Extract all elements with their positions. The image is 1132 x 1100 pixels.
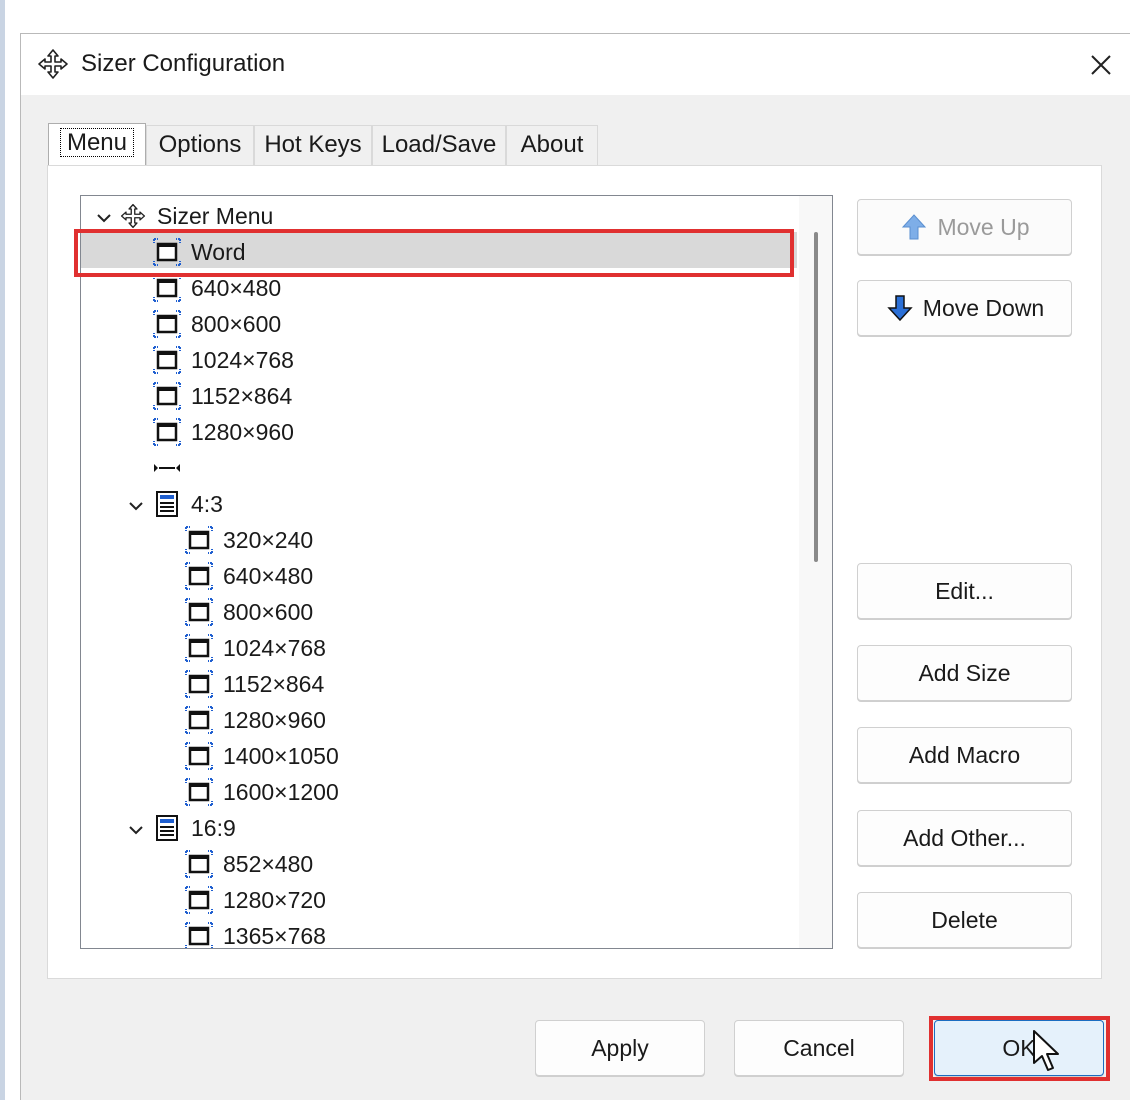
tree-item[interactable]: 1024×768 (185, 631, 326, 665)
tree-item[interactable]: 800×600 (185, 595, 313, 629)
tree-item[interactable]: 1024×768 (153, 343, 294, 377)
tree-item-label: 640×480 (223, 562, 314, 589)
tree-item[interactable]: 1152×864 (153, 379, 292, 413)
window-size-icon (185, 634, 213, 662)
arrow-down-icon (887, 295, 913, 322)
background-window-edge (0, 0, 5, 1100)
tree-item[interactable]: 1365×768 (185, 919, 326, 949)
tree-item[interactable]: 1280×960 (185, 703, 326, 737)
window-size-icon (185, 850, 213, 878)
window-size-icon (185, 778, 213, 806)
tree-group-4-3[interactable]: 4:3 (153, 487, 223, 521)
chevron-down-icon[interactable] (127, 497, 145, 515)
tree-item-label: 1600×1200 (223, 778, 339, 805)
menu-tree[interactable]: Sizer Menu Word 640×480 800×600 1024×768 (80, 195, 833, 949)
window-size-icon (185, 886, 213, 914)
menu-group-icon (156, 491, 178, 517)
window-size-icon (185, 598, 213, 626)
tab-options[interactable]: Options (146, 125, 254, 165)
chevron-down-icon[interactable] (127, 821, 145, 839)
tree-root-label: Sizer Menu (157, 202, 274, 229)
tree-item-label: 1024×768 (223, 634, 326, 661)
window-size-icon (153, 310, 181, 338)
move-up-label: Move Up (937, 213, 1030, 240)
window-size-icon (153, 238, 181, 266)
window-size-icon (153, 274, 181, 302)
tree-item-label: 1152×864 (223, 670, 325, 697)
move-up-button[interactable]: Move Up (857, 199, 1072, 255)
close-icon (1091, 54, 1111, 75)
tree-item-label: 852×480 (223, 850, 314, 877)
move-arrows-icon (38, 49, 68, 79)
tree-item[interactable]: 640×480 (185, 559, 313, 593)
tree-item[interactable]: 1280×720 (185, 883, 326, 917)
tree-item[interactable]: 320×240 (185, 523, 313, 557)
move-arrows-icon (120, 203, 146, 229)
separator-icon (154, 464, 180, 472)
tree-item[interactable]: 640×480 (153, 271, 281, 305)
tree-item-label: 1152×864 (191, 382, 293, 409)
edit-button[interactable]: Edit... (857, 563, 1072, 619)
sizer-configuration-dialog: Sizer Configuration Menu Options Hot Key… (20, 33, 1131, 1100)
tree-item-label: 800×600 (191, 310, 282, 337)
tree-item-label: 640×480 (191, 274, 282, 301)
tree-item[interactable]: 1152×864 (185, 667, 324, 701)
tree-item-label: 1280×960 (191, 418, 294, 445)
tree-group-16-9[interactable]: 16:9 (153, 811, 236, 845)
delete-button[interactable]: Delete (857, 892, 1072, 948)
move-down-label: Move Down (922, 294, 1045, 321)
scrollbar-thumb[interactable] (814, 232, 818, 562)
add-other-button[interactable]: Add Other... (857, 810, 1072, 866)
window-size-icon (185, 922, 213, 948)
tree-group-label: 4:3 (191, 490, 223, 517)
tree-scrollbar[interactable] (799, 196, 832, 948)
tab-hot-keys[interactable]: Hot Keys (254, 125, 372, 165)
tree-item-label: 1280×720 (223, 886, 326, 913)
menu-tab-panel: Sizer Menu Word 640×480 800×600 1024×768 (47, 165, 1102, 979)
tree-item[interactable]: 1400×1050 (185, 739, 339, 773)
window-size-icon (185, 742, 213, 770)
tree-item[interactable]: 852×480 (185, 847, 313, 881)
chevron-down-icon[interactable] (95, 209, 113, 227)
tree-item-label: 1400×1050 (223, 742, 339, 769)
tree-item-label: 800×600 (223, 598, 314, 625)
tree-item[interactable]: 800×600 (153, 307, 281, 341)
window-size-icon (153, 346, 181, 374)
tab-menu-label: Menu (59, 128, 135, 157)
window-size-icon (185, 670, 213, 698)
tree-root[interactable]: Sizer Menu (119, 199, 273, 233)
tree-item-label: Word (191, 238, 246, 265)
window-title: Sizer Configuration (81, 50, 286, 77)
tab-menu[interactable]: Menu (48, 123, 146, 165)
tab-load-save[interactable]: Load/Save (372, 125, 506, 165)
window-size-icon (185, 706, 213, 734)
tree-item-label: 1365×768 (223, 922, 326, 949)
cancel-button[interactable]: Cancel (734, 1020, 904, 1076)
window-size-icon (185, 562, 213, 590)
arrow-up-icon (902, 214, 927, 240)
move-down-button[interactable]: Move Down (857, 280, 1072, 336)
window-size-icon (153, 382, 181, 410)
close-button[interactable] (1071, 34, 1131, 95)
title-bar: Sizer Configuration (21, 34, 1131, 95)
tree-item-label: 320×240 (223, 526, 314, 553)
window-size-icon (185, 526, 213, 554)
tree-separator[interactable] (153, 451, 191, 485)
tree-item-word[interactable]: Word (153, 235, 246, 269)
add-size-button[interactable]: Add Size (857, 645, 1072, 701)
mouse-cursor-icon (1033, 1030, 1059, 1071)
ok-button[interactable]: OK (934, 1020, 1104, 1076)
apply-button[interactable]: Apply (535, 1020, 705, 1076)
tab-about[interactable]: About (506, 125, 598, 165)
tree-item-label: 1280×960 (223, 706, 326, 733)
tree-item[interactable]: 1600×1200 (185, 775, 339, 809)
window-size-icon (153, 418, 181, 446)
tree-item-label: 1024×768 (191, 346, 294, 373)
tree-group-label: 16:9 (191, 814, 236, 841)
menu-group-icon (156, 815, 178, 841)
add-macro-button[interactable]: Add Macro (857, 727, 1072, 783)
tree-item[interactable]: 1280×960 (153, 415, 294, 449)
